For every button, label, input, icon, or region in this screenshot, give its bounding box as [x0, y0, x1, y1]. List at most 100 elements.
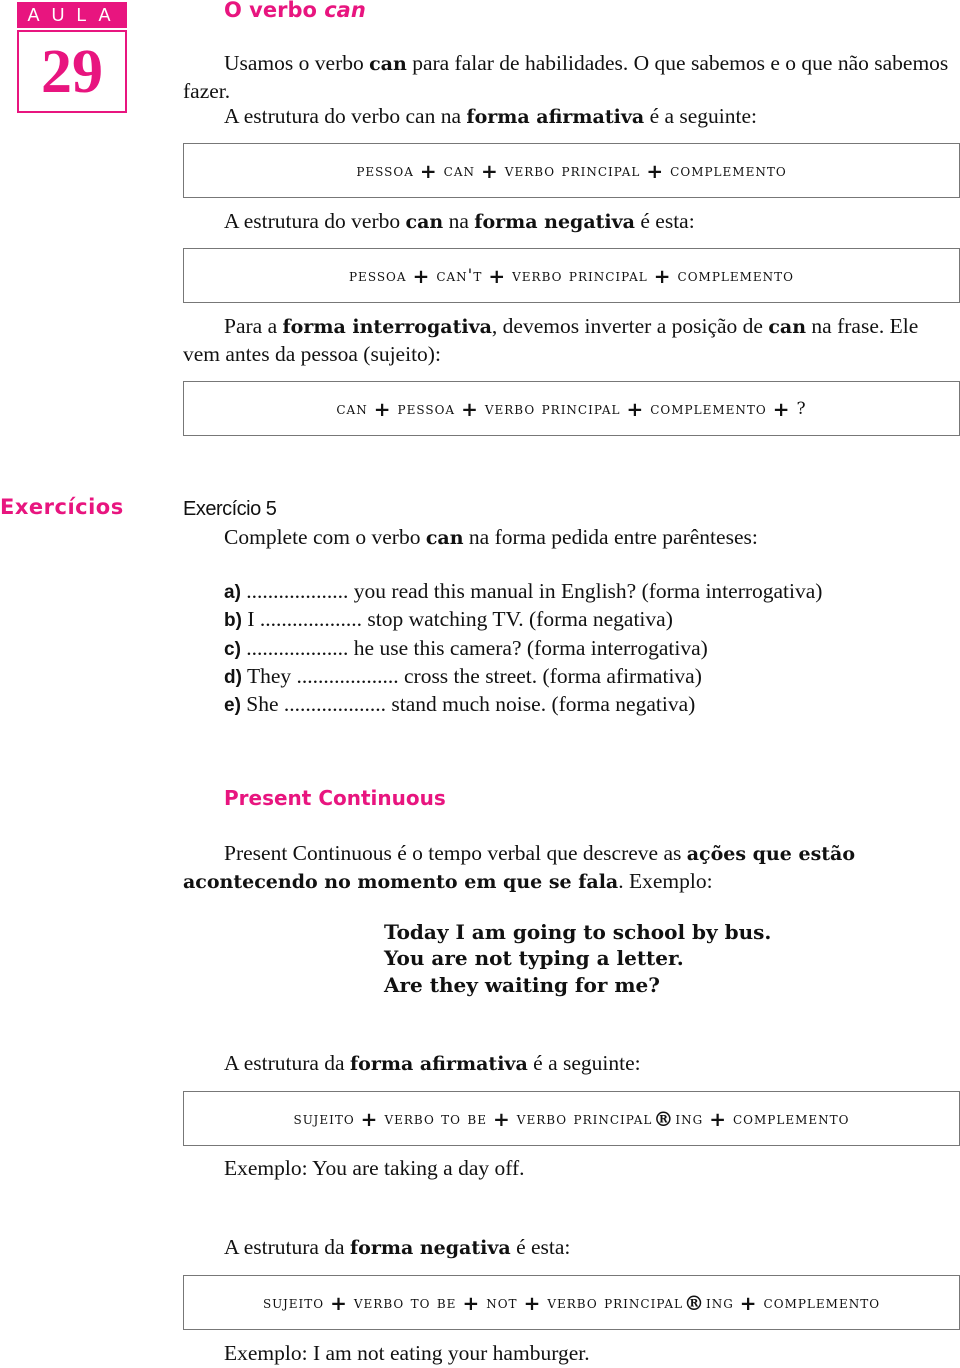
text: , devemos inverter a posição de — [491, 314, 763, 338]
formula-term: ? — [796, 398, 807, 419]
formula-term: verbo principal — [504, 160, 641, 181]
title-italic: can — [324, 0, 366, 22]
formula-term: pessoa — [397, 398, 456, 419]
formula-term: not — [486, 1292, 518, 1313]
formula-term: complemento — [763, 1292, 881, 1313]
formula-term: ing — [675, 1108, 704, 1129]
text: Present Continuous é o tempo verbal que … — [224, 841, 682, 865]
plus-sign: + — [412, 263, 431, 288]
formula-term: can — [443, 160, 476, 181]
text: é a seguinte: — [649, 104, 758, 128]
section-title-can: O verbo can — [224, 0, 366, 22]
formula-term: pessoa — [356, 160, 414, 181]
formula-term: complemento — [733, 1108, 850, 1129]
formula-term: verbo principal — [484, 398, 621, 419]
pc-affirmative-example: Exemplo: You are taking a day off. — [183, 1155, 960, 1182]
formula-term: complemento — [670, 160, 787, 181]
text: na — [448, 209, 469, 233]
exercise-item: e) She ................... stand much no… — [224, 691, 822, 719]
exercises-section-label: Exercícios — [0, 495, 124, 519]
plus-sign: + — [419, 158, 438, 183]
formula-term: pessoa — [348, 265, 407, 286]
plus-sign: + — [373, 396, 392, 421]
plus-sign: + — [360, 1106, 379, 1131]
formula-term: can — [336, 398, 368, 419]
plus-sign: + — [523, 1290, 542, 1315]
formula-pc-affirmative: sujeito + verbo to be + verbo principal ® ing +… — [183, 1091, 960, 1146]
exercise-title: Exercício 5 — [183, 498, 277, 520]
affirmative-intro: A estrutura do verbo can na forma afirma… — [183, 103, 960, 131]
text: é a seguinte: — [533, 1051, 641, 1075]
formula-term: verbo principal — [512, 265, 648, 286]
formula-term: complemento — [677, 265, 795, 286]
plus-sign: + — [493, 1106, 511, 1131]
example-sentence: Are they waiting for me? — [384, 972, 660, 997]
text: é esta: — [640, 209, 695, 233]
plus-sign: + — [653, 263, 672, 288]
plus-sign: + — [772, 396, 791, 421]
present-continuous-intro: Present Continuous é o tempo verbal que … — [183, 840, 960, 895]
formula-pc-negative: sujeito + verbo to be + not + verbo principal ®… — [183, 1275, 960, 1330]
example-sentences: Today I am going to school by bus. You a… — [384, 919, 771, 998]
pc-negative-example: Exemplo: I am not eating your hamburger. — [183, 1340, 960, 1367]
item-letter: c) — [224, 638, 241, 660]
item-letter: d) — [224, 666, 242, 688]
text: A estrutura da — [224, 1051, 345, 1075]
formula-term: sujeito — [262, 1292, 325, 1313]
negative-intro: A estrutura do verbo can na forma negati… — [183, 208, 960, 236]
text: é esta: — [516, 1235, 571, 1259]
exercise-item: b) I ................... stop watching T… — [224, 606, 822, 634]
item-letter: e) — [224, 695, 241, 717]
example-sentence: You are not typing a letter. — [384, 946, 684, 971]
exercise-instruction: Complete com o verbo can na forma pedida… — [183, 524, 960, 552]
formula-can-negative: pessoa + can't + verbo principal + complemento — [183, 248, 960, 303]
formula-term: sujeito — [293, 1108, 355, 1129]
plus-sign: + — [646, 158, 665, 183]
exercise-list: a) ................... you read this man… — [224, 578, 822, 719]
plus-sign: + — [481, 158, 499, 183]
intro-text: Usamos o verbo — [224, 51, 364, 75]
formula-term: verbo principal — [547, 1292, 683, 1313]
text: A estrutura do verbo — [224, 209, 401, 233]
pc-affirmative-intro: A estrutura da forma afirmativa é a segu… — [183, 1050, 960, 1078]
formula-term: verbo to be — [353, 1292, 457, 1313]
text: na forma pedida entre parênteses: — [468, 525, 758, 549]
keyword-can: can — [768, 316, 807, 338]
lesson-number: 29 — [17, 30, 127, 113]
formula-term: complemento — [650, 398, 767, 419]
arrow-symbol: ® — [653, 1106, 675, 1131]
item-text: They ................... cross the stree… — [246, 663, 702, 688]
keyword-can: can — [425, 527, 464, 549]
example-sentence: Today I am going to school by bus. — [384, 920, 772, 944]
formula-can-interrogative: can + pessoa + verbo principal + complemento +? — [183, 381, 960, 436]
keyword-forma-negativa: forma negativa — [474, 211, 635, 233]
intro-paragraph: Usamos o verbo can para falar de habilid… — [183, 50, 960, 104]
text: Exemplo: You are taking a day off. — [224, 1156, 525, 1180]
formula-can-affirmative: pessoa + can + verbo principal + complemento — [183, 143, 960, 198]
plus-sign: + — [709, 1106, 727, 1131]
plus-sign: + — [461, 396, 479, 421]
pc-negative-intro: A estrutura da forma negativa é esta: — [183, 1234, 960, 1262]
keyword-forma-afirmativa: forma afirmativa — [349, 1053, 528, 1075]
exercise-item: d) They ................... cross the st… — [224, 663, 822, 691]
item-text: ................... you read this manual… — [246, 579, 823, 603]
text: Exemplo: I am not eating your hamburger. — [224, 1341, 590, 1365]
exercise-item: c) ................... he use this camer… — [224, 635, 822, 663]
plus-sign: + — [739, 1290, 758, 1315]
text: Complete com o verbo — [224, 525, 421, 549]
text: . Exemplo: — [618, 868, 713, 893]
formula-term: ing — [705, 1292, 734, 1313]
text: Para a — [224, 314, 278, 338]
item-text: I ................... stop watching TV. … — [247, 607, 673, 632]
arrow-symbol: ® — [683, 1290, 705, 1315]
formula-term: can't — [436, 265, 483, 286]
formula-term: verbo to be — [384, 1108, 488, 1129]
interrogative-intro: Para a forma interrogativa, devemos inve… — [183, 313, 960, 367]
exercise-item: a) ................... you read this man… — [224, 578, 822, 606]
item-text: She ................... stand much noise… — [246, 692, 696, 717]
text: A estrutura do verbo can na — [224, 104, 462, 128]
title-prefix: O verbo — [224, 0, 317, 22]
item-letter: b) — [224, 610, 242, 632]
section-title-present-continuous: Present Continuous — [224, 786, 446, 810]
text: A estrutura da — [224, 1235, 345, 1259]
